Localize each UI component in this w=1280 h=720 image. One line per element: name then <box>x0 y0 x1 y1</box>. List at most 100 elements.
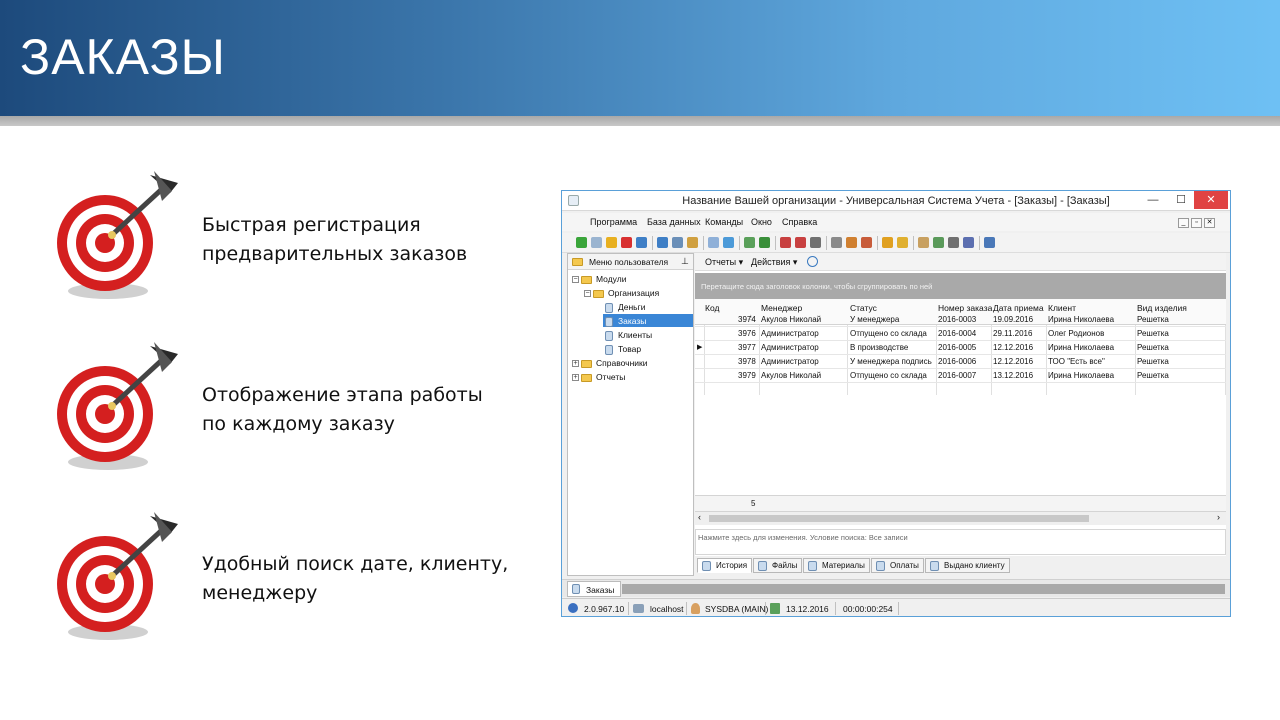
tree-item-goods[interactable]: Товар <box>618 344 641 354</box>
cell-code: 3979 <box>738 371 756 380</box>
column-header[interactable]: Клиент <box>1048 303 1076 313</box>
table-row[interactable]: 3976 Администратор Отпущено со склада 20… <box>695 327 1226 341</box>
menu-database[interactable]: База данных <box>647 217 701 227</box>
tab-payments[interactable]: Оплаты <box>871 558 924 573</box>
filter-condition-box[interactable]: Нажмите здесь для изменения. Условие пои… <box>695 529 1226 555</box>
window-titlebar: Название Вашей организации - Универсальн… <box>562 191 1230 211</box>
toolbar-button[interactable] <box>606 237 617 248</box>
table-row[interactable]: 3979 Акулов Николай Отпущено со склада 2… <box>695 369 1226 383</box>
toolbar-button[interactable] <box>780 237 791 248</box>
tab-label: Оплаты <box>890 561 919 570</box>
scrollbar-thumb[interactable] <box>709 515 1089 522</box>
cell-number: 2016-0004 <box>938 329 977 338</box>
mdi-minimize-button[interactable]: _ <box>1178 218 1189 228</box>
table-row[interactable]: 3978 Администратор У менеджера подпись 2… <box>695 355 1226 369</box>
menu-window[interactable]: Окно <box>751 217 772 227</box>
tree-item-reports[interactable]: Отчеты <box>596 372 625 382</box>
status-version: 2.0.967.10 <box>584 604 625 614</box>
tab-history[interactable]: История <box>697 558 753 573</box>
column-header[interactable]: Статус <box>850 303 877 313</box>
calendar-icon <box>770 603 780 614</box>
column-header[interactable]: Код <box>705 303 719 313</box>
toolbar-button[interactable] <box>963 237 974 248</box>
cell-product: Решетка <box>1137 315 1169 324</box>
tab-files[interactable]: Файлы <box>753 558 803 573</box>
cell-number: 2016-0003 <box>938 315 977 324</box>
toolbar-button[interactable] <box>759 237 770 248</box>
actions-dropdown[interactable]: Действия ▾ <box>751 257 797 268</box>
menu-help[interactable]: Справка <box>782 217 817 227</box>
user-menu-header: Меню пользователя ⊥ <box>568 254 693 270</box>
status-separator <box>835 602 836 615</box>
minimize-button[interactable]: — <box>1140 191 1166 209</box>
toolbar-button[interactable] <box>621 237 632 248</box>
maximize-button[interactable]: ☐ <box>1168 191 1194 209</box>
cell-product: Решетка <box>1137 343 1169 352</box>
clock-icon[interactable] <box>807 256 818 267</box>
reports-dropdown[interactable]: Отчеты ▾ <box>705 257 743 268</box>
mdi-restore-button[interactable]: ▫ <box>1191 218 1202 228</box>
toolbar-button[interactable] <box>687 237 698 248</box>
toolbar-button[interactable] <box>591 237 602 248</box>
tab-materials[interactable]: Материалы <box>803 558 870 573</box>
toolbar-button[interactable] <box>831 237 842 248</box>
feature-line: предварительных заказов <box>202 243 468 265</box>
toolbar-button[interactable] <box>882 237 893 248</box>
tree-item-money[interactable]: Деньги <box>618 302 645 312</box>
status-date: 13.12.2016 <box>786 604 829 614</box>
tab-label: Файлы <box>772 561 798 570</box>
pin-icon[interactable]: ⊥ <box>681 256 689 267</box>
toolbar-button[interactable] <box>672 237 683 248</box>
expand-icon[interactable]: + <box>572 374 579 381</box>
tree-item-orders[interactable]: Заказы <box>618 316 646 326</box>
toolbar-button[interactable] <box>933 237 944 248</box>
menu-program[interactable]: Программа <box>590 217 637 227</box>
toolbar-button[interactable] <box>897 237 908 248</box>
expand-icon[interactable]: + <box>572 360 579 367</box>
toolbar-button[interactable] <box>810 237 821 248</box>
tree-item-clients[interactable]: Клиенты <box>618 330 652 340</box>
collapse-icon[interactable]: − <box>584 290 591 297</box>
cell-manager: Администратор <box>761 357 819 366</box>
toolbar-button[interactable] <box>636 237 647 248</box>
cell-number: 2016-0006 <box>938 357 977 366</box>
table-icon <box>758 561 767 571</box>
tree-item-organization[interactable]: Организация <box>608 288 659 298</box>
cell-status: Отпущено со склада <box>850 371 927 380</box>
group-by-area[interactable]: Перетащите сюда заголовок колонки, чтобы… <box>695 273 1226 299</box>
toolbar-button[interactable] <box>657 237 668 248</box>
table-row[interactable]: 3974 Акулов Николай У менеджера 2016-000… <box>695 313 1226 327</box>
column-header[interactable]: Вид изделия <box>1137 303 1187 313</box>
collapse-icon[interactable]: − <box>572 276 579 283</box>
toolbar-button[interactable] <box>846 237 857 248</box>
cell-client: Ирина Николаева <box>1048 371 1115 380</box>
toolbar-button[interactable] <box>918 237 929 248</box>
toolbar-button[interactable] <box>861 237 872 248</box>
toolbar-button[interactable] <box>948 237 959 248</box>
menu-commands[interactable]: Команды <box>705 217 743 227</box>
table-row[interactable]: ▶ 3977 Администратор В производстве 2016… <box>695 341 1226 355</box>
column-header[interactable]: Номер заказа <box>938 303 992 313</box>
toolbar-button[interactable] <box>576 237 587 248</box>
toolbar-button[interactable] <box>744 237 755 248</box>
column-header[interactable]: Менеджер <box>761 303 802 313</box>
status-separator <box>686 602 687 615</box>
scroll-left-icon[interactable]: ‹ <box>698 512 701 522</box>
grid-footer: 5 <box>695 495 1226 512</box>
scroll-right-icon[interactable]: › <box>1217 512 1220 522</box>
version-icon <box>568 603 578 613</box>
tree-item-modules[interactable]: Модули <box>596 274 626 284</box>
horizontal-scrollbar[interactable]: ‹ › <box>695 512 1226 525</box>
tree-item-references[interactable]: Справочники <box>596 358 648 368</box>
column-header[interactable]: Дата приема <box>993 303 1044 313</box>
document-tab-orders[interactable]: Заказы <box>567 581 621 597</box>
mdi-close-button[interactable]: ✕ <box>1204 218 1215 228</box>
tab-issued-to-client[interactable]: Выдано клиенту <box>925 558 1010 573</box>
toolbar-button[interactable] <box>795 237 806 248</box>
cell-status: У менеджера <box>850 315 900 324</box>
target-dart-icon <box>57 512 178 640</box>
toolbar-button[interactable] <box>708 237 719 248</box>
close-button[interactable]: ✕ <box>1194 191 1228 209</box>
toolbar-button[interactable] <box>984 237 995 248</box>
toolbar-button[interactable] <box>723 237 734 248</box>
